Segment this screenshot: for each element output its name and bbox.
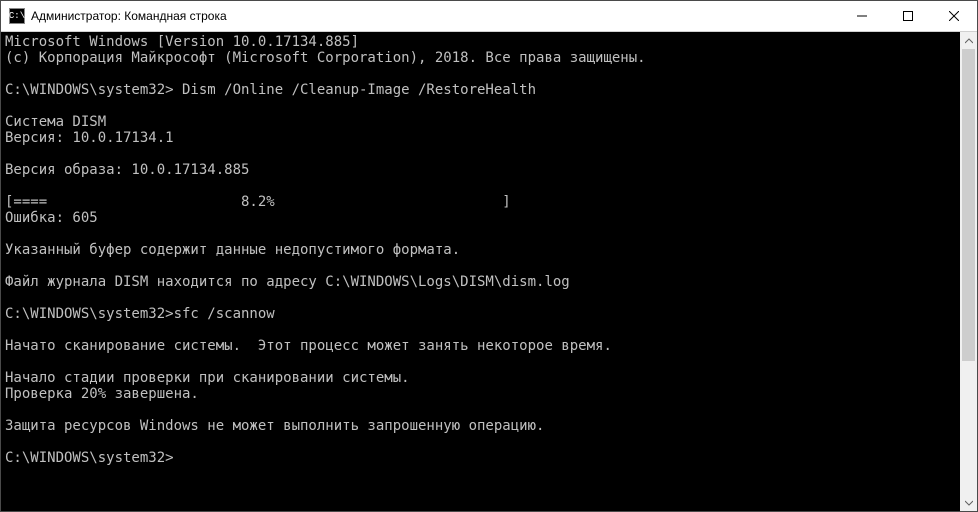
client-area: Microsoft Windows [Version 10.0.17134.88… — [1, 32, 977, 511]
console-line: Cистема DISM — [5, 114, 956, 130]
scrollbar-thumb[interactable] — [962, 49, 975, 361]
maximize-icon — [903, 11, 913, 21]
window-title: Администратор: Командная строка — [31, 9, 227, 23]
scrollbar-track[interactable] — [960, 49, 977, 494]
console-line: Ошибка: 605 — [5, 210, 956, 226]
titlebar[interactable]: C:\ Администратор: Командная строка — [1, 1, 977, 32]
cmd-window: C:\ Администратор: Командная строка Micr… — [0, 0, 978, 512]
console-line — [5, 258, 956, 274]
chevron-down-icon — [965, 499, 973, 507]
minimize-icon — [857, 11, 867, 21]
close-icon — [949, 11, 959, 21]
console-line: Версия: 10.0.17134.1 — [5, 130, 956, 146]
console-line — [5, 322, 956, 338]
console-line — [5, 290, 956, 306]
console-line: Защита ресурсов Windows не может выполни… — [5, 418, 956, 434]
chevron-up-icon — [965, 37, 973, 45]
console-line — [5, 66, 956, 82]
minimize-button[interactable] — [839, 1, 885, 31]
console-line: Проверка 20% завершена. — [5, 386, 956, 402]
maximize-button[interactable] — [885, 1, 931, 31]
console-line — [5, 226, 956, 242]
console-line — [5, 146, 956, 162]
console-line: C:\WINDOWS\system32> — [5, 450, 956, 466]
vertical-scrollbar[interactable] — [960, 32, 977, 511]
console-line: (c) Корпорация Майкрософт (Microsoft Cor… — [5, 50, 956, 66]
console-line — [5, 354, 956, 370]
console-line: Начало стадии проверки при сканировании … — [5, 370, 956, 386]
console-line: [==== 8.2% ] — [5, 194, 956, 210]
console-line: Указанный буфер содержит данные недопуст… — [5, 242, 956, 258]
console-line — [5, 98, 956, 114]
scroll-up-button[interactable] — [960, 32, 977, 49]
console-line: C:\WINDOWS\system32> Dism /Online /Clean… — [5, 82, 956, 98]
console-line — [5, 434, 956, 450]
console-line — [5, 178, 956, 194]
console-line: Файл журнала DISM находится по адресу C:… — [5, 274, 956, 290]
console-line: Версия образа: 10.0.17134.885 — [5, 162, 956, 178]
console-line: Начато сканирование системы. Этот процес… — [5, 338, 956, 354]
scroll-down-button[interactable] — [960, 494, 977, 511]
console-line: Microsoft Windows [Version 10.0.17134.88… — [5, 34, 956, 50]
cmd-icon: C:\ — [9, 8, 25, 24]
console-line — [5, 402, 956, 418]
console-output[interactable]: Microsoft Windows [Version 10.0.17134.88… — [1, 32, 960, 511]
close-button[interactable] — [931, 1, 977, 31]
console-line: C:\WINDOWS\system32>sfc /scannow — [5, 306, 956, 322]
